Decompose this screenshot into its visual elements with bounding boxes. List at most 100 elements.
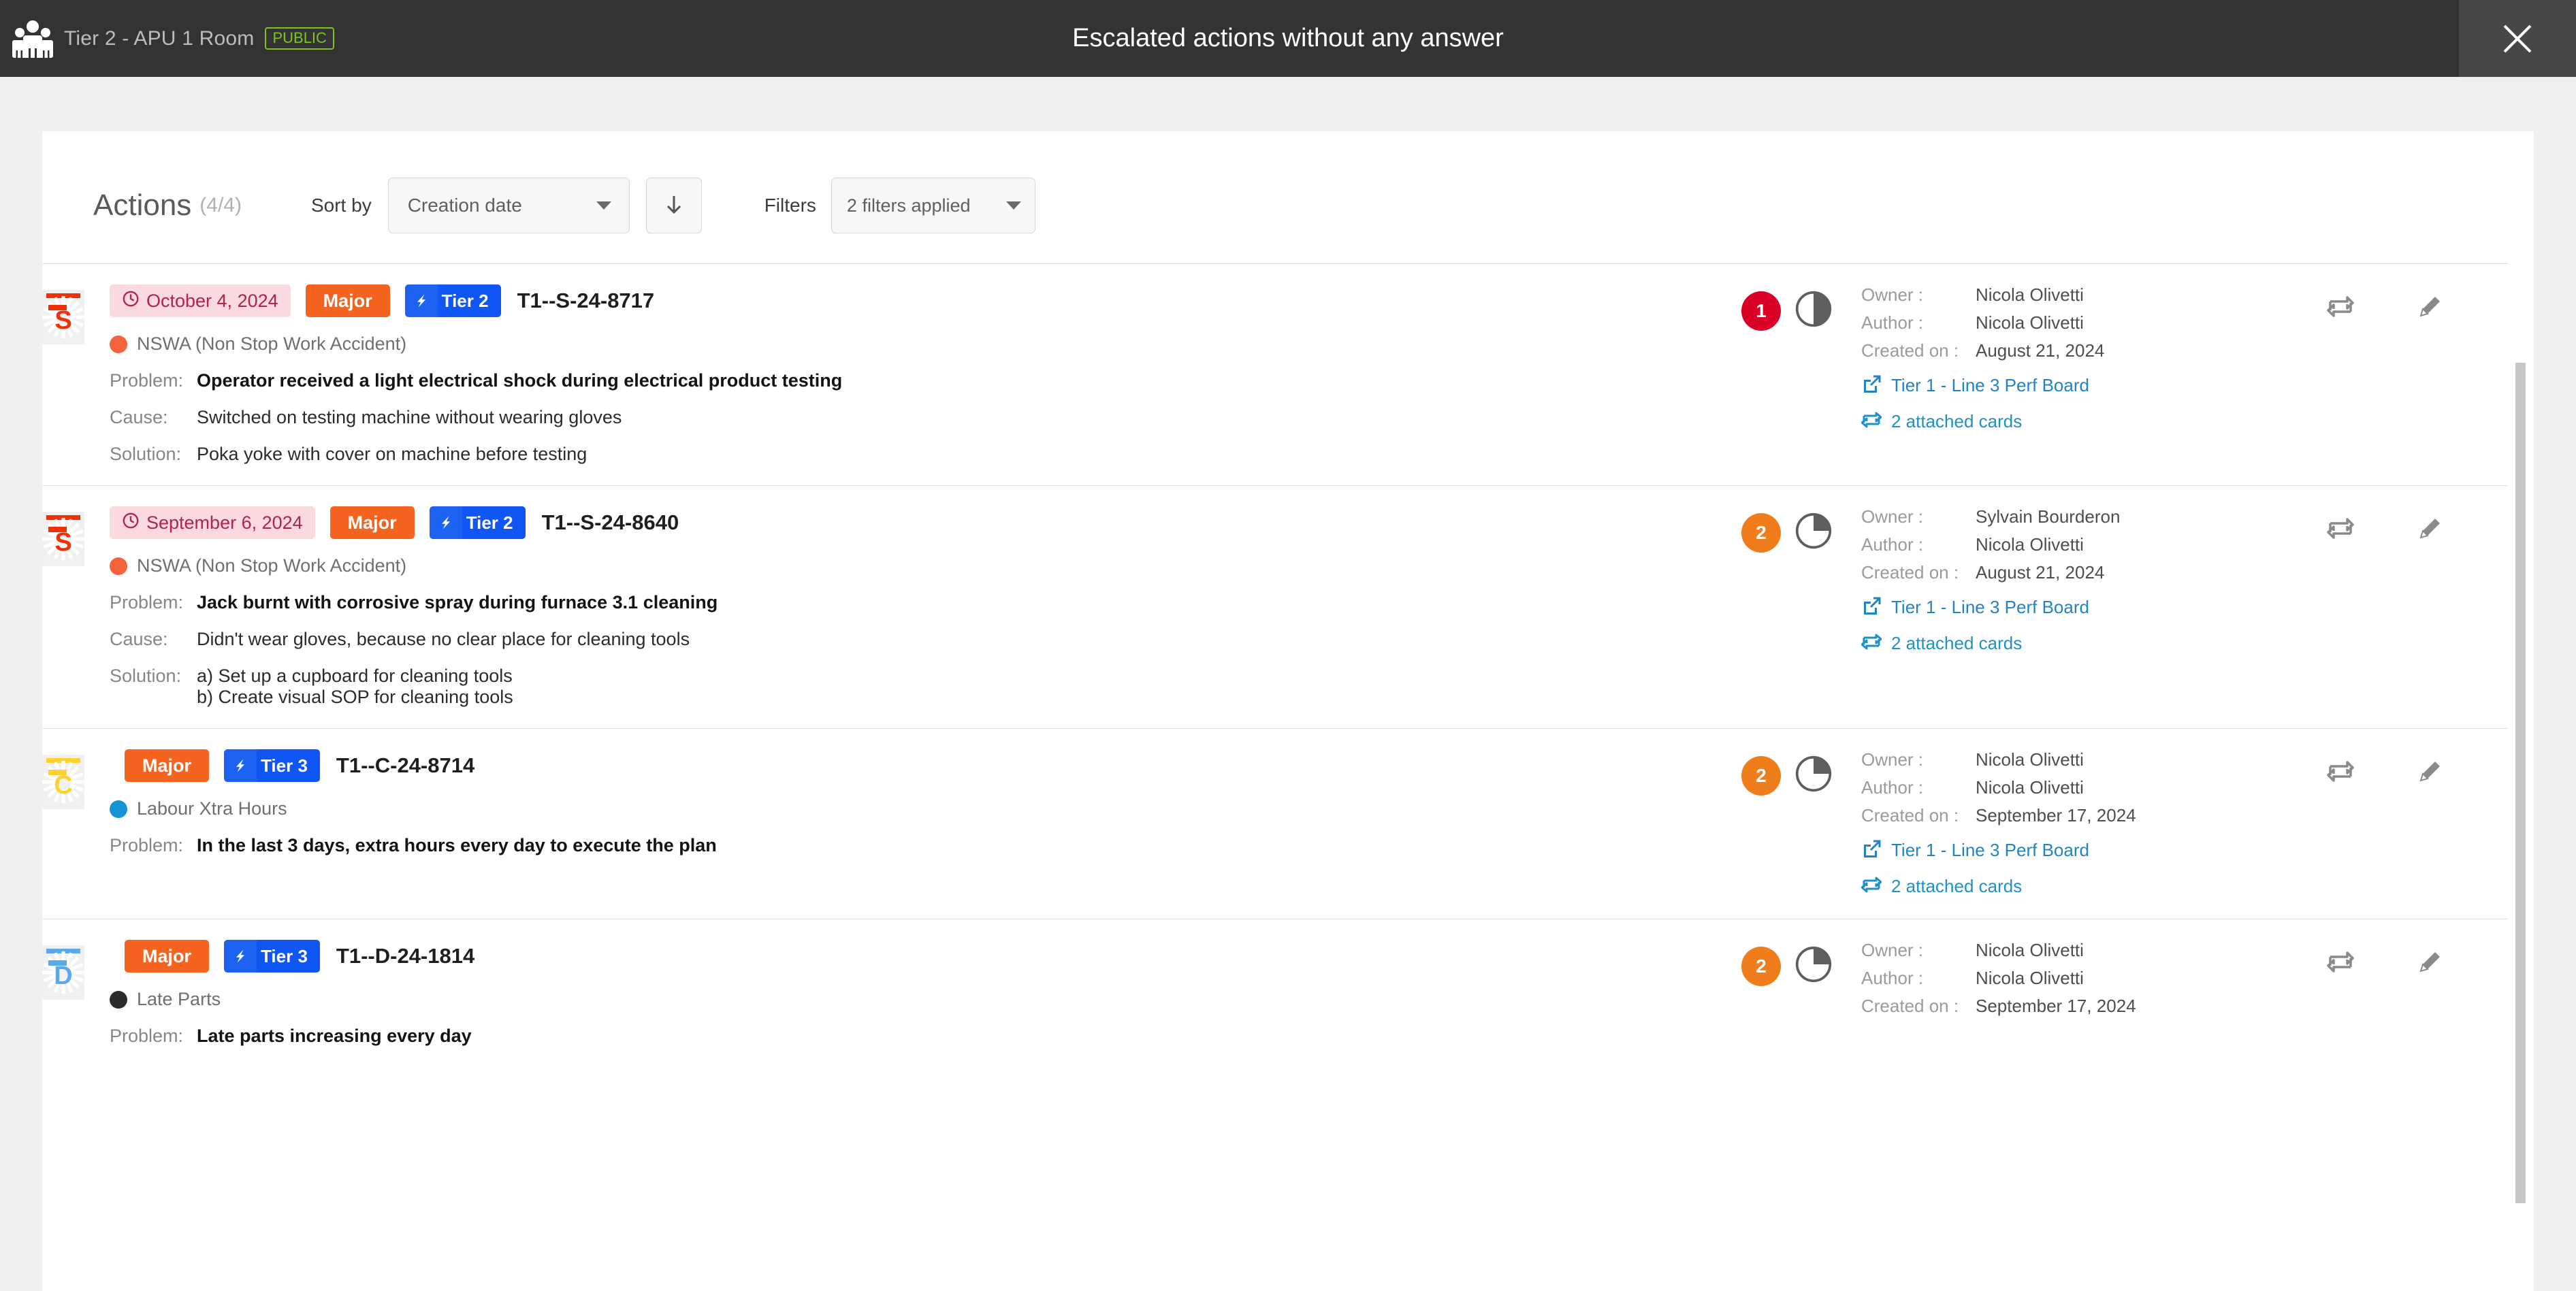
due-date-text: September 6, 2024 [146, 512, 303, 533]
severity-badge: Major [329, 506, 415, 539]
meta-block: Owner : Nicola Olivetti Author : Nicola … [1861, 940, 2297, 1024]
row-content: September 6, 2024 Major Tier 2 T1--S-24-… [93, 506, 1741, 708]
solution-label: Solution: [110, 666, 182, 686]
created-on-label: Created on : [1861, 562, 1959, 583]
owner-row: Owner : Nicola Olivetti [1861, 940, 2297, 961]
cause-label: Cause: [110, 629, 168, 649]
clock-icon [122, 290, 140, 312]
link-action-button[interactable] [2327, 948, 2354, 979]
sort-direction-button[interactable] [645, 178, 702, 233]
row-meta: 2 Owner : Sylvain Bourderon Author : Nic… [1741, 506, 2534, 708]
author-label: Author : [1861, 777, 1924, 798]
owner-label: Owner : [1861, 506, 1924, 527]
action-type-icon: S [42, 512, 84, 566]
category-line: Late Parts [110, 989, 1741, 1010]
top-bar: Tier 2 - APU 1 Room PUBLIC Escalated act… [0, 0, 2576, 77]
row-tools [2327, 284, 2534, 323]
table-row[interactable]: S September 6, 2024 Major Tier 2 T1--S-2… [42, 485, 2534, 728]
visibility-badge: PUBLIC [265, 27, 334, 50]
severity-badge: Major [125, 749, 210, 782]
board-link[interactable]: Tier 1 - Line 3 Perf Board [1861, 595, 2297, 619]
row-meta: 1 Owner : Nicola Olivetti Author : Nicol… [1741, 284, 2534, 465]
tier-badge-text: Tier 3 [257, 940, 320, 973]
modal-title: Escalated actions without any answer [1072, 24, 1504, 52]
category-name: NSWA (Non Stop Work Accident) [137, 555, 407, 576]
row-badges: October 4, 2024 Major Tier 2 T1--S-24-87… [110, 284, 1741, 317]
action-reference: T1--D-24-1814 [336, 944, 475, 968]
room-title: Tier 2 - APU 1 Room [64, 27, 255, 50]
tier-badge: Tier 2 [429, 506, 526, 539]
category-name: NSWA (Non Stop Work Accident) [137, 333, 407, 354]
attached-cards-link[interactable]: 2 attached cards [1861, 632, 2297, 655]
cause-value: Didn't wear gloves, because no clear pla… [197, 629, 690, 649]
tier-badge: Tier 3 [224, 749, 320, 782]
table-row[interactable]: S October 4, 2024 Major Tier 2 T1--S-24-… [42, 263, 2534, 485]
cause-field: Cause: Switched on testing machine witho… [110, 407, 1741, 428]
due-date-chip: September 6, 2024 [110, 506, 315, 539]
created-on-value: August 21, 2024 [1976, 340, 2105, 361]
created-on-row: Created on : September 17, 2024 [1861, 805, 2297, 826]
escalation-count-badge: 2 [1741, 756, 1781, 796]
row-type-cell: S [42, 506, 93, 708]
problem-label: Problem: [110, 592, 184, 612]
owner-row: Owner : Nicola Olivetti [1861, 749, 2297, 770]
progress-pie-icon [1794, 290, 1833, 331]
created-on-value: September 17, 2024 [1976, 996, 2136, 1016]
author-label: Author : [1861, 312, 1924, 333]
attached-cards-text: 2 attached cards [1891, 876, 2023, 896]
page-body: Actions (4/4) Sort by Creation date Filt… [0, 77, 2576, 1291]
author-row: Author : Nicola Olivetti [1861, 312, 2297, 333]
author-value: Nicola Olivetti [1976, 312, 2084, 333]
filters-select[interactable]: 2 filters applied [831, 178, 1035, 233]
solution-label: Solution: [110, 444, 182, 464]
close-button[interactable] [2459, 0, 2576, 77]
scrollbar-thumb[interactable] [2515, 363, 2526, 1203]
action-type-letter: S [54, 306, 72, 335]
category-name: Labour Xtra Hours [137, 798, 287, 819]
created-on-label: Created on : [1861, 996, 1959, 1016]
close-icon [2502, 23, 2533, 54]
board-link-text: Tier 1 - Line 3 Perf Board [1891, 840, 2089, 860]
tier-badge: Tier 2 [404, 284, 501, 317]
author-value: Nicola Olivetti [1976, 968, 2084, 988]
edit-action-button[interactable] [2417, 514, 2444, 545]
progress-pie-icon [1794, 512, 1833, 553]
link-action-button[interactable] [2327, 514, 2354, 545]
row-meta: 2 Owner : Nicola Olivetti Author : Nicol… [1741, 940, 2534, 1047]
link-action-button[interactable] [2327, 757, 2354, 788]
attached-cards-link[interactable]: 2 attached cards [1861, 875, 2297, 898]
attached-cards-icon [1861, 410, 1882, 434]
problem-field: Problem: Late parts increasing every day [110, 1026, 1741, 1047]
board-link[interactable]: Tier 1 - Line 3 Perf Board [1861, 374, 2297, 397]
row-meta: 2 Owner : Nicola Olivetti Author : Nicol… [1741, 749, 2534, 898]
due-date-text: October 4, 2024 [146, 290, 278, 311]
owner-value: Sylvain Bourderon [1976, 506, 2121, 527]
progress-pie-icon [1794, 945, 1833, 987]
people-group-icon [12, 18, 53, 60]
external-link-icon [1861, 838, 1882, 862]
category-color-dot [110, 335, 127, 353]
sort-by-label: Sort by [310, 195, 372, 216]
board-link[interactable]: Tier 1 - Line 3 Perf Board [1861, 838, 2297, 862]
row-tools [2327, 749, 2534, 788]
attached-cards-text: 2 attached cards [1891, 411, 2023, 431]
scrollbar-track[interactable] [2508, 131, 2534, 1291]
attached-cards-link[interactable]: 2 attached cards [1861, 410, 2297, 434]
sort-by-select[interactable]: Creation date [387, 178, 630, 233]
link-action-button[interactable] [2327, 293, 2354, 323]
meta-block: Owner : Nicola Olivetti Author : Nicola … [1861, 749, 2297, 898]
edit-action-button[interactable] [2417, 293, 2444, 323]
category-color-dot [110, 557, 127, 575]
table-row[interactable]: C Major Tier 3 T1--C-24-8714 Labour Xtra… [42, 728, 2534, 919]
room-identity: Tier 2 - APU 1 Room PUBLIC [0, 18, 334, 60]
row-tools [2327, 940, 2534, 979]
edit-action-button[interactable] [2417, 757, 2444, 788]
problem-value: Jack burnt with corrosive spray during f… [197, 592, 718, 612]
cause-value: Switched on testing machine without wear… [197, 407, 622, 427]
category-color-dot [110, 990, 127, 1009]
table-row[interactable]: D Major Tier 3 T1--D-24-1814 Late Parts … [42, 919, 2534, 1067]
meta-block: Owner : Nicola Olivetti Author : Nicola … [1861, 284, 2297, 434]
attached-cards-icon [1861, 875, 1882, 898]
edit-action-button[interactable] [2417, 948, 2444, 979]
board-link-text: Tier 1 - Line 3 Perf Board [1891, 375, 2089, 395]
